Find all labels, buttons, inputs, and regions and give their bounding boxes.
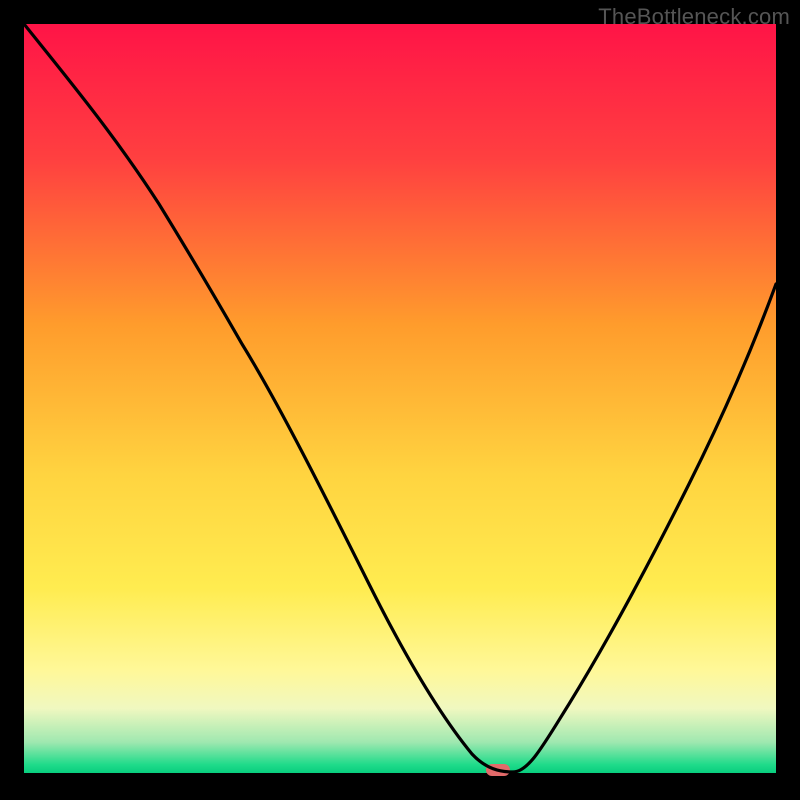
- gradient-background: [24, 24, 776, 776]
- plot-area: [24, 24, 776, 776]
- chart-svg: [24, 24, 776, 776]
- chart-frame: TheBottleneck.com: [0, 0, 800, 800]
- baseline: [24, 773, 776, 776]
- watermark-text: TheBottleneck.com: [598, 4, 790, 30]
